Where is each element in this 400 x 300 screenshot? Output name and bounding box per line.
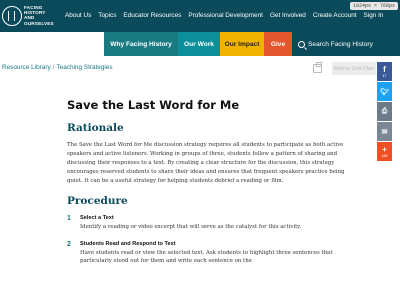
twitter-share-button[interactable]: 🐦︎	[377, 82, 392, 101]
why-facing-history-button[interactable]: Why Facing History	[104, 32, 178, 56]
breadcrumb: Resource Library / Teaching Strategies	[2, 64, 113, 71]
step-title: Select a Text	[80, 215, 114, 221]
secondary-nav: Why Facing History Our Work Our Impact G…	[104, 32, 400, 56]
rationale-text: The Save the Last Word for Me discussion…	[67, 142, 345, 184]
search-icon	[298, 40, 305, 48]
step-number: 2	[67, 240, 71, 248]
nav-create-account[interactable]: Create Account	[313, 12, 357, 19]
facebook-share-button[interactable]: f 47	[377, 62, 392, 81]
rationale-heading: Rationale	[67, 122, 124, 134]
procedure-heading: Procedure	[67, 195, 128, 207]
plus-icon: +	[382, 145, 387, 154]
email-share-button[interactable]: ✉	[377, 122, 392, 141]
breadcrumb-resource-library[interactable]: Resource Library	[2, 64, 51, 71]
procedure-step: 1 Select a Text Identify a reading or vi…	[67, 215, 347, 232]
add-to-unit-plan-button[interactable]: Add to Unit Plan	[332, 62, 376, 75]
share-sidebar: f 47 🐦︎ ⎙ ✉ + 185	[377, 62, 392, 162]
step-body: Have students read or view the selected …	[80, 249, 333, 265]
viewport-size-badge: 1024px × 768px	[349, 2, 398, 10]
envelope-icon: ✉	[381, 128, 388, 136]
procedure-step: 2 Students Read and Respond to Text Have…	[67, 241, 347, 266]
logo-emblem-icon	[2, 6, 22, 26]
breadcrumb-separator: /	[52, 64, 55, 71]
main-nav: About Us Topics Educator Resources Profe…	[65, 12, 383, 19]
top-navigation-bar: FACING HISTORY AND OURSELVES About Us To…	[0, 0, 400, 32]
search-label: Search Facing History	[308, 40, 373, 48]
our-work-button[interactable]: Our Work	[178, 32, 220, 56]
step-body: Identify a reading or video excerpt that…	[80, 224, 302, 230]
facebook-share-count: 47	[382, 74, 387, 78]
step-title: Students Read and Respond to Text	[80, 240, 176, 247]
our-impact-button[interactable]: Our Impact	[220, 32, 264, 56]
nav-professional-development[interactable]: Professional Development	[188, 12, 263, 19]
main-content: Save the Last Word for Me Rationale The …	[67, 98, 347, 275]
page-title: Save the Last Word for Me	[67, 98, 240, 112]
printer-icon: ⎙	[381, 107, 388, 115]
nav-sign-in[interactable]: Sign In	[364, 12, 384, 19]
nav-get-involved[interactable]: Get Involved	[270, 12, 306, 19]
logo-text: FACING HISTORY AND OURSELVES	[24, 5, 54, 26]
twitter-icon: 🐦︎	[380, 88, 389, 96]
print-share-button[interactable]: ⎙	[377, 102, 392, 121]
facebook-icon: f	[383, 65, 386, 74]
more-share-button[interactable]: + 185	[377, 142, 392, 161]
nav-about-us[interactable]: About Us	[65, 12, 91, 19]
breadcrumb-teaching-strategies[interactable]: Teaching Strategies	[56, 64, 112, 71]
print-icon[interactable]	[313, 62, 322, 73]
site-logo[interactable]: FACING HISTORY AND OURSELVES	[0, 4, 62, 30]
nav-educator-resources[interactable]: Educator Resources	[123, 12, 181, 19]
nav-topics[interactable]: Topics	[98, 12, 116, 19]
give-button[interactable]: Give	[264, 32, 292, 56]
step-number: 1	[67, 215, 71, 222]
more-share-count: 185	[381, 154, 388, 158]
search-button[interactable]: Search Facing History	[292, 32, 400, 56]
